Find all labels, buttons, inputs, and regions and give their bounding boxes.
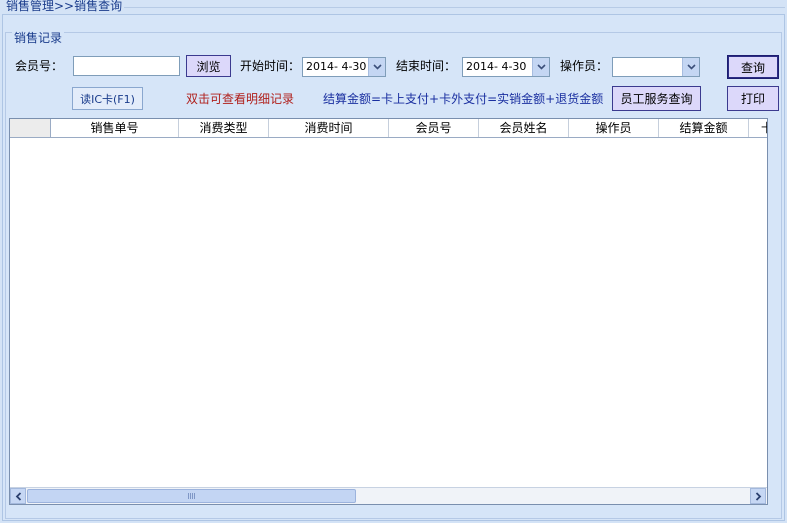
- print-button[interactable]: 打印: [727, 86, 779, 111]
- operator-select[interactable]: [612, 57, 700, 77]
- group-title: 销售记录: [12, 31, 65, 46]
- column-header-consume-type[interactable]: 消费类型: [179, 119, 269, 137]
- column-header-operator[interactable]: 操作员: [569, 119, 659, 137]
- breadcrumb: 销售管理>>销售查询: [6, 0, 123, 13]
- column-header-settle-amount[interactable]: 结算金额: [659, 119, 749, 137]
- end-time-label: 结束时间：: [396, 59, 457, 73]
- column-header-member-no[interactable]: 会员号: [389, 119, 479, 137]
- breadcrumb-divider: [124, 7, 785, 8]
- member-number-input[interactable]: [73, 56, 180, 76]
- browse-button[interactable]: 浏览: [186, 55, 231, 77]
- horizontal-scrollbar[interactable]: [10, 487, 767, 504]
- scrollbar-thumb[interactable]: [27, 489, 356, 503]
- scroll-left-icon[interactable]: [10, 488, 26, 504]
- member-label: 会员号：: [15, 59, 64, 73]
- start-time-value: 2014- 4-30: [306, 60, 367, 73]
- staff-service-query-button[interactable]: 员工服务查询: [612, 86, 701, 111]
- amount-formula-hint: 结算金额=卡上支付+卡外支付=实销金额+退货金额: [323, 92, 604, 106]
- end-time-picker[interactable]: 2014- 4-30: [462, 57, 550, 77]
- chevron-down-icon[interactable]: [532, 58, 549, 76]
- query-button[interactable]: 查询: [727, 55, 779, 79]
- column-header-card[interactable]: 卡: [749, 119, 767, 137]
- read-ic-card-button[interactable]: 读IC卡(F1): [72, 87, 143, 110]
- start-time-picker[interactable]: 2014- 4-30: [302, 57, 386, 77]
- end-time-value: 2014- 4-30: [466, 60, 527, 73]
- start-time-label: 开始时间：: [240, 59, 301, 73]
- sales-records-table[interactable]: 销售单号 消费类型 消费时间 会员号 会员姓名 操作员 结算金额 卡: [9, 118, 768, 505]
- column-header-member-name[interactable]: 会员姓名: [479, 119, 569, 137]
- column-header-order-no[interactable]: 销售单号: [51, 119, 179, 137]
- chevron-down-icon[interactable]: [682, 58, 699, 76]
- table-header: 销售单号 消费类型 消费时间 会员号 会员姓名 操作员 结算金额 卡: [10, 119, 767, 138]
- row-header-corner: [10, 119, 51, 137]
- double-click-hint: 双击可查看明细记录: [186, 92, 295, 106]
- scroll-right-icon[interactable]: [750, 488, 766, 504]
- operator-label: 操作员：: [560, 59, 609, 73]
- grip-icon: [187, 493, 196, 499]
- column-header-consume-time[interactable]: 消费时间: [269, 119, 389, 137]
- chevron-down-icon[interactable]: [368, 58, 385, 76]
